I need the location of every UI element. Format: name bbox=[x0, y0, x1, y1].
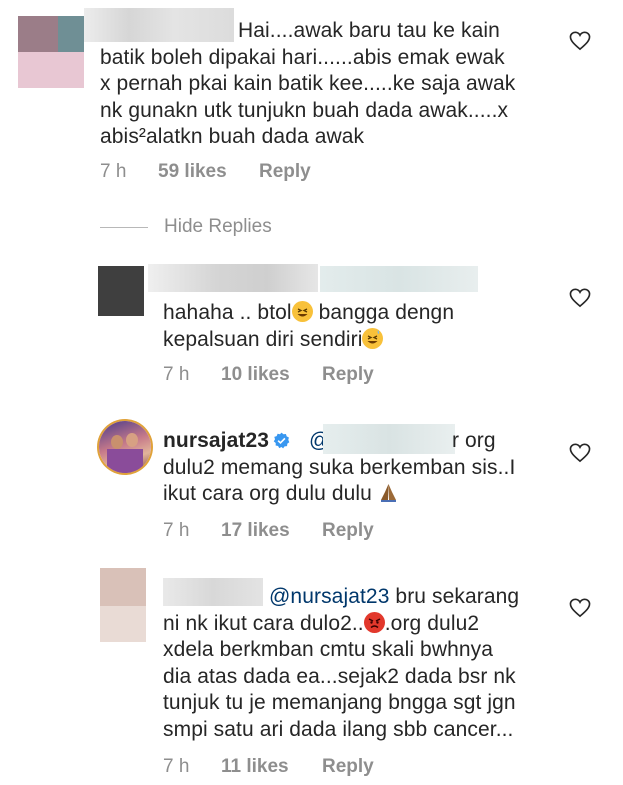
divider-line bbox=[100, 227, 148, 228]
laughing-emoji-icon bbox=[291, 301, 313, 322]
blurred-mention bbox=[323, 424, 455, 454]
comment-text: @nursajat23 bru sekarang ni nk ikut cara… bbox=[163, 585, 520, 741]
avatar-blurred[interactable] bbox=[18, 16, 84, 88]
angry-face-emoji-icon bbox=[363, 611, 385, 633]
comment-2: hahaha .. btol bangga dengn kepalsuan di… bbox=[0, 260, 623, 400]
heart-outline-icon[interactable] bbox=[569, 31, 591, 51]
comment-1: Hai....awak baru tau ke kain batik boleh… bbox=[0, 0, 623, 200]
heart-outline-icon[interactable] bbox=[569, 443, 591, 463]
avatar-blurred[interactable] bbox=[100, 568, 146, 642]
comment-text: Hai....awak baru tau ke kain batik boleh… bbox=[100, 19, 516, 148]
hide-replies-label: Hide Replies bbox=[164, 216, 272, 237]
timestamp: 7 h bbox=[100, 161, 127, 182]
blurred-mention bbox=[320, 266, 478, 292]
heart-outline-icon[interactable] bbox=[569, 288, 591, 308]
timestamp: 7 h bbox=[163, 520, 190, 541]
likes-count[interactable]: 10 likes bbox=[221, 364, 290, 386]
comment-4: @nursajat23 bru sekarang ni nk ikut cara… bbox=[0, 560, 623, 785]
grinning-sweat-emoji-icon bbox=[362, 327, 384, 349]
blurred-username bbox=[148, 264, 318, 292]
timestamp: 7 h bbox=[163, 364, 190, 385]
mention-link[interactable]: @nursajat23 bbox=[269, 585, 390, 608]
heart-outline-icon[interactable] bbox=[569, 598, 591, 618]
likes-count[interactable]: 17 likes bbox=[221, 520, 290, 542]
comment-text: nursajat23 @ r org dulu2 memang suka ber… bbox=[163, 424, 563, 508]
avatar-blurred[interactable] bbox=[98, 266, 144, 316]
folded-hands-emoji-icon bbox=[378, 482, 399, 503]
reply-button[interactable]: Reply bbox=[322, 520, 374, 542]
likes-count[interactable]: 11 likes bbox=[221, 756, 289, 778]
comment-3: nursajat23 @ r org dulu2 memang suka ber… bbox=[0, 418, 623, 558]
verified-badge-icon bbox=[273, 432, 290, 449]
reply-button[interactable]: Reply bbox=[322, 364, 374, 386]
username[interactable]: nursajat23 bbox=[163, 429, 269, 452]
timestamp: 7 h bbox=[163, 756, 190, 777]
avatar-nursajat23[interactable] bbox=[99, 421, 151, 473]
likes-count[interactable]: 59 likes bbox=[158, 161, 227, 183]
comment-text: hahaha .. btol bangga dengn kepalsuan di… bbox=[163, 301, 455, 351]
reply-button[interactable]: Reply bbox=[322, 756, 374, 778]
reply-button[interactable]: Reply bbox=[259, 161, 311, 183]
